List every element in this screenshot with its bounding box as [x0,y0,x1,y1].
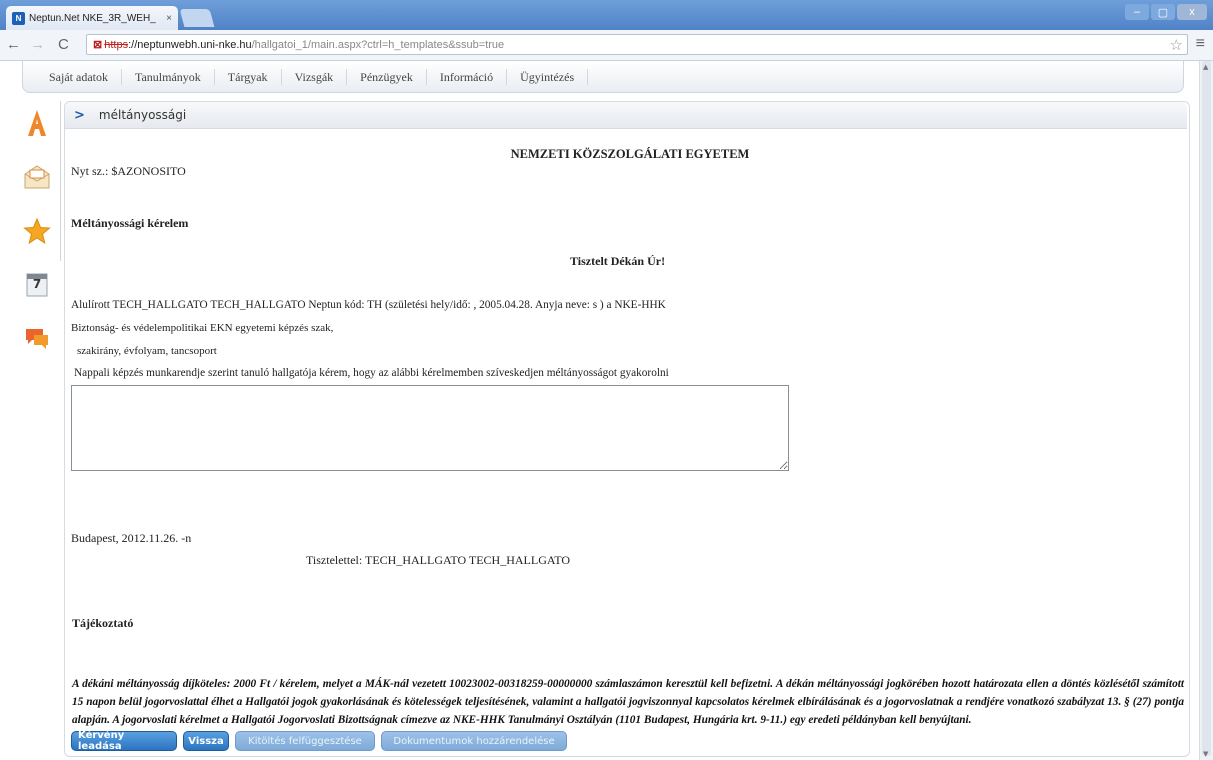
vertical-scrollbar[interactable]: ▲ ▼ [1199,61,1213,760]
chat-icon[interactable] [20,322,54,356]
registry-number: Nyt sz.: $AZONOSITO [71,164,186,178]
request-textarea[interactable] [71,385,789,471]
bookmark-star-icon[interactable]: ☆ [1170,36,1183,55]
info-heading: Tájékoztató [72,616,134,630]
tab-title: Neptun.Net NKE_3R_WEH_ [29,12,156,24]
side-separator [60,101,61,261]
action-buttons: Kérvény leadása Vissza Kitöltés felfügge… [71,730,573,752]
mail-icon[interactable] [20,160,54,194]
info-text: A dékáni méltányosság díjköteles: 2000 F… [72,678,1184,726]
scroll-up-icon[interactable]: ▲ [1203,63,1208,71]
applicant-line: Alulírott TECH_HALLGATO TECH_HALLGATO Ne… [71,299,666,311]
calendar-icon[interactable]: 7 [20,268,54,302]
main-menu: Saját adatok Tanulmányok Tárgyak Vizsgák… [22,61,1184,93]
new-tab-button[interactable] [179,9,215,27]
menu-item-penzugyek[interactable]: Pénzügyek [347,68,427,85]
maximize-button[interactable]: ▢ [1151,4,1175,20]
menu-item-ugyintezes[interactable]: Ügyintézés [507,68,589,85]
program-line: Biztonság- és védelempolitikai EKN egyet… [71,322,334,334]
document-heading: Méltányossági kérelem [71,216,189,230]
back-arrow-icon[interactable]: ← [6,36,21,53]
browser-menu-icon[interactable]: ≡ [1196,35,1205,53]
tab-close-icon[interactable]: × [166,13,172,24]
page-viewport: Saját adatok Tanulmányok Tárgyak Vizsgák… [0,61,1200,760]
calendar-day: 7 [32,277,42,291]
suspend-filling-button[interactable]: Kitöltés felfüggesztése [235,731,375,751]
close-window-button[interactable]: x [1177,4,1207,20]
menu-item-vizsgak[interactable]: Vizsgák [282,68,348,85]
reload-icon[interactable]: C [58,36,69,53]
attach-documents-button[interactable]: Dokumentumok hozzárendelése [381,731,567,751]
browser-titlebar: N Neptun.Net NKE_3R_WEH_ × – ▢ x [0,0,1213,30]
university-name: NEMZETI KÖZSZOLGÁLATI EGYETEM [510,147,750,161]
panel-title: méltányossági [98,108,187,122]
scroll-down-icon[interactable]: ▼ [1203,750,1208,758]
panel-header: > méltányossági [65,102,1187,129]
scrollbar-thumb[interactable] [1202,61,1211,756]
submit-request-button[interactable]: Kérvény leadása [71,730,177,752]
window-controls: – ▢ x [1123,4,1207,20]
chevron-right-icon[interactable]: > [74,108,85,123]
request-line: Nappali képzés munkarendje szerint tanul… [74,367,669,379]
star-icon[interactable] [20,214,54,248]
menu-item-informacio[interactable]: Információ [427,68,508,85]
menu-item-sajat-adatok[interactable]: Saját adatok [37,68,122,85]
a-letter-icon[interactable] [20,106,54,140]
browser-tab[interactable]: N Neptun.Net NKE_3R_WEH_ × [6,6,178,30]
place-date: Budapest, 2012.11.26. -n [71,531,192,545]
minimize-button[interactable]: – [1125,4,1149,20]
menu-item-targyak[interactable]: Tárgyak [215,68,282,85]
browser-toolbar: ← → C ⊠ https ://neptunwebh.uni-nke.hu /… [0,30,1213,61]
back-button[interactable]: Vissza [183,731,229,751]
url-path: /hallgatoi_1/main.aspx?ctrl=h_templates&… [251,38,505,51]
forward-arrow-icon[interactable]: → [30,36,45,53]
url-scheme: https [104,38,129,51]
salutation: Tisztelt Dékán Úr! [570,254,666,268]
specialization-line: szakirány, évfolyam, tancsoport [77,345,217,357]
side-toolbar: 7 [20,106,54,376]
closing-signature: Tisztelettel: TECH_HALLGATO TECH_HALLGAT… [306,553,570,567]
insecure-lock-icon: ⊠ [93,39,103,51]
url-host: ://neptunwebh.uni-nke.hu [128,38,252,51]
address-bar[interactable]: ⊠ https ://neptunwebh.uni-nke.hu /hallga… [86,34,1188,55]
neptun-favicon-icon: N [12,11,25,25]
menu-item-tanulmanyok[interactable]: Tanulmányok [122,68,215,85]
